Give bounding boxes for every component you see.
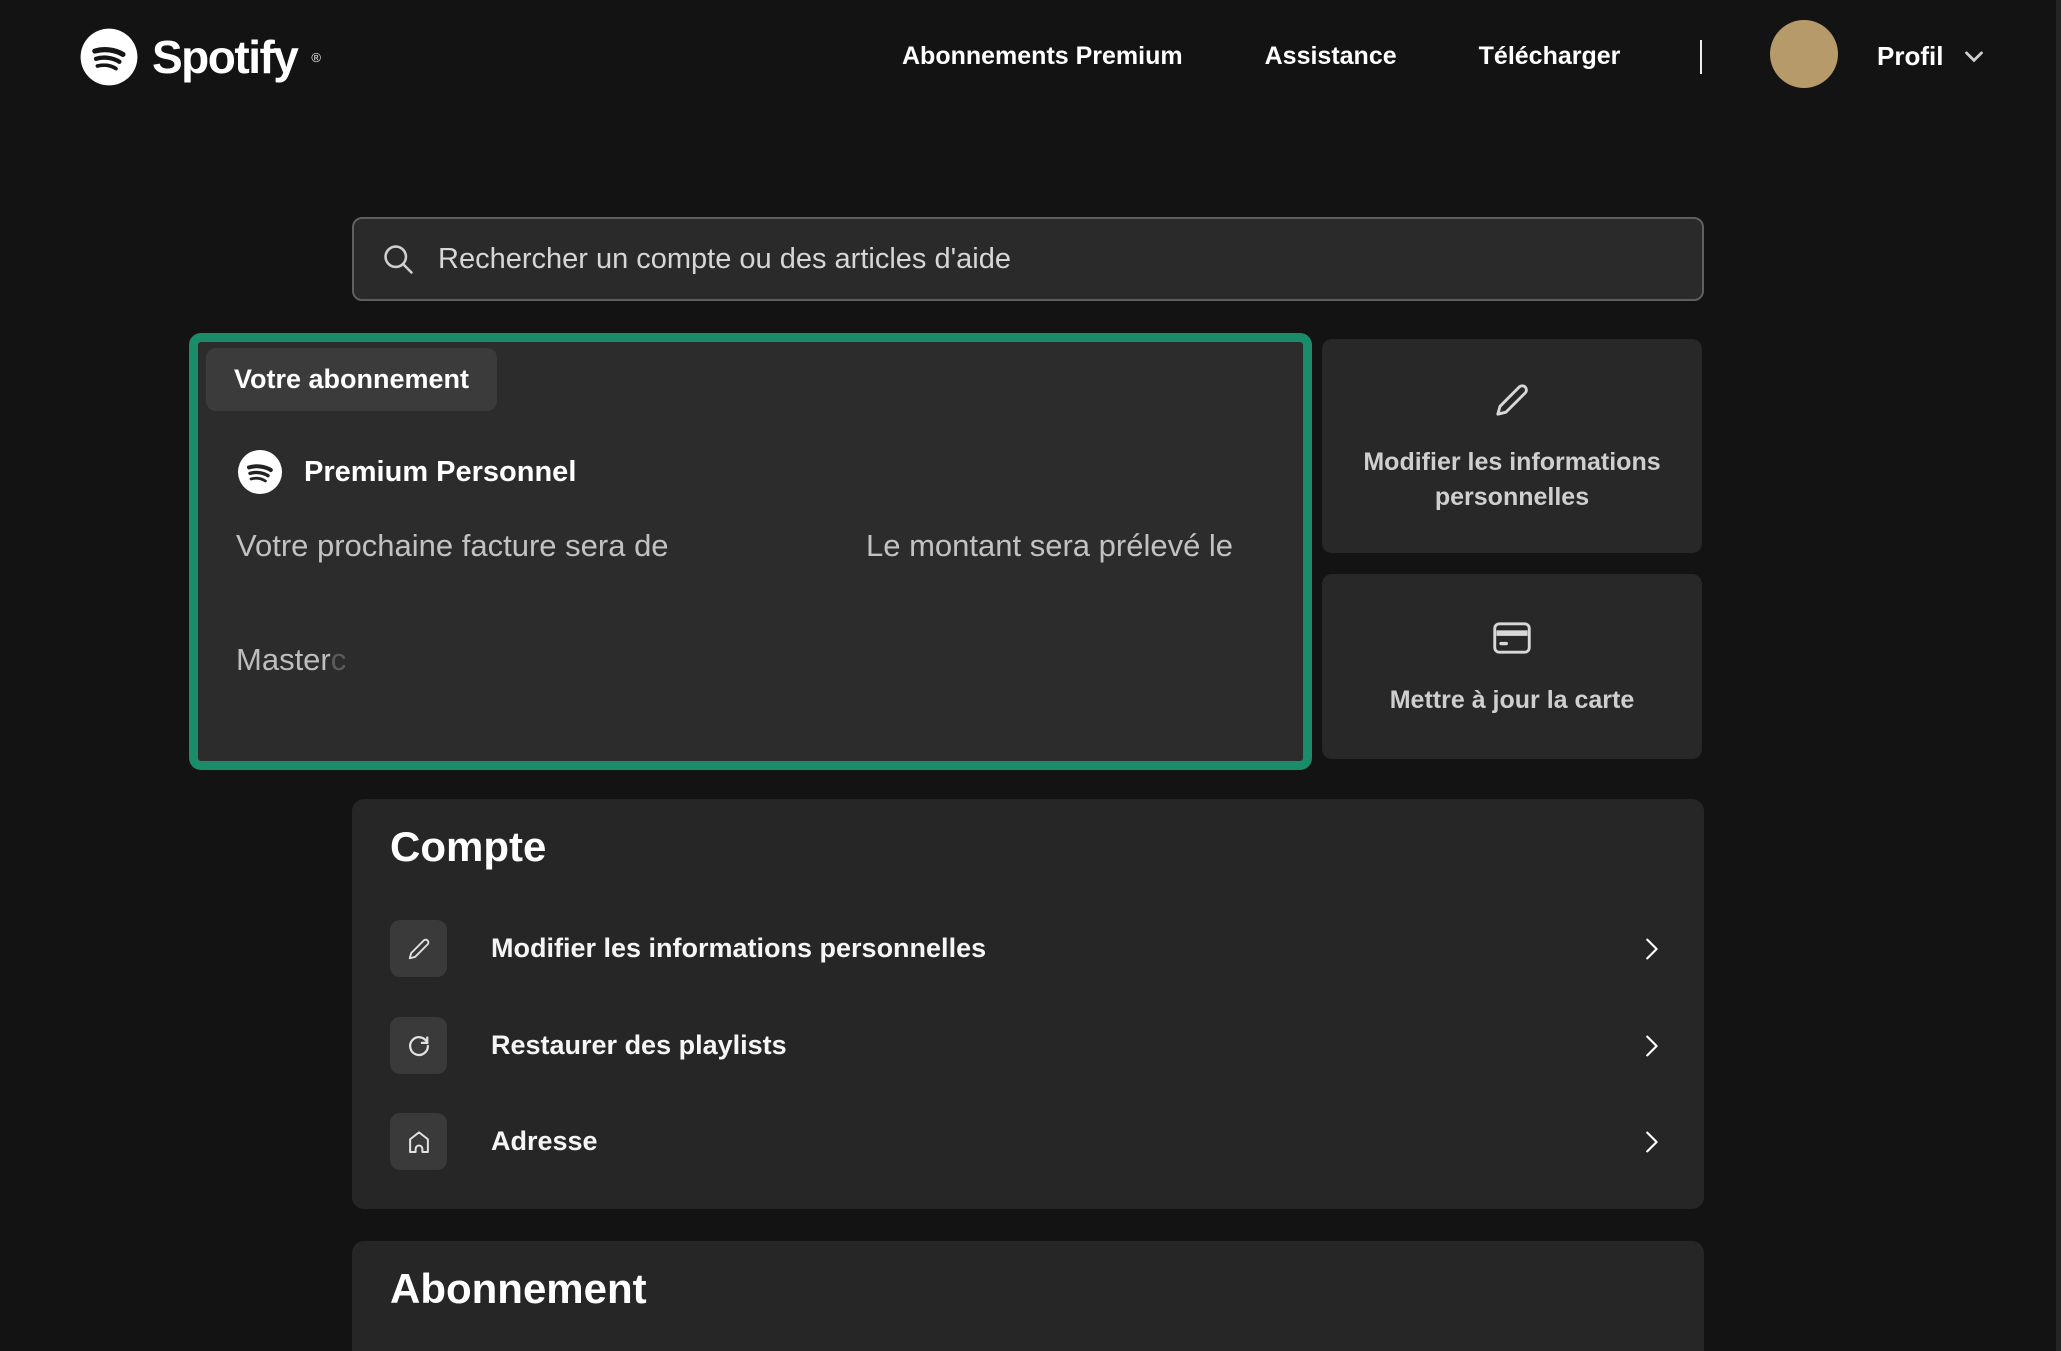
search-icon (380, 241, 416, 277)
account-section: Compte Modifier les informations personn… (352, 799, 1704, 1209)
payment-method-clipped: c (331, 642, 347, 677)
payment-method-text: Master (236, 642, 331, 677)
charge-date-label: Le montant sera prélevé le (866, 528, 1233, 564)
list-item-address[interactable]: Adresse (390, 1113, 1666, 1170)
chevron-down-icon (1959, 41, 1989, 71)
pencil-icon (404, 934, 434, 964)
chevron-right-icon (1636, 1031, 1666, 1061)
plan-row: Premium Personnel (236, 448, 576, 496)
nav-premium[interactable]: Abonnements Premium (902, 42, 1183, 71)
list-item-label: Restaurer des playlists (491, 1030, 787, 1061)
list-item-edit-personal-info[interactable]: Modifier les informations personnelles (390, 920, 1666, 977)
spotify-logo[interactable]: Spotify ® (78, 26, 321, 88)
list-item-label: Adresse (491, 1126, 598, 1157)
subscription-section: Abonnement (352, 1241, 1704, 1351)
icon-tile (390, 920, 447, 977)
subscription-badge: Votre abonnement (206, 348, 497, 411)
credit-card-icon (1489, 615, 1535, 661)
chevron-right-icon (1636, 934, 1666, 964)
payment-method: Masterc (236, 642, 346, 678)
scrollbar[interactable] (2056, 0, 2061, 1351)
spotify-plan-icon (236, 448, 284, 496)
header: Spotify ® Abonnements Premium Assistance… (0, 0, 2061, 115)
chevron-right-icon (1636, 1127, 1666, 1157)
icon-tile (390, 1017, 447, 1074)
spotify-account-page: Spotify ® Abonnements Premium Assistance… (0, 0, 2061, 1351)
search-input[interactable] (436, 242, 1676, 277)
search-bar (352, 217, 1704, 301)
nav-assistance[interactable]: Assistance (1265, 42, 1397, 71)
subscription-card-highlighted: Votre abonnement Premium Personnel Votre… (189, 333, 1312, 770)
update-card-card[interactable]: Mettre à jour la carte (1322, 574, 1702, 759)
quick-action-label: Modifier les informations personnelles (1357, 445, 1667, 515)
plan-name: Premium Personnel (304, 456, 576, 489)
quick-action-label: Mettre à jour la carte (1390, 683, 1635, 718)
header-divider (1700, 40, 1702, 74)
profile-menu[interactable]: Profil (1877, 0, 1989, 112)
list-item-label: Modifier les informations personnelles (491, 933, 986, 964)
list-item-restore-playlists[interactable]: Restaurer des playlists (390, 1017, 1666, 1074)
account-section-title: Compte (390, 823, 546, 871)
edit-personal-info-card[interactable]: Modifier les informations personnelles (1322, 339, 1702, 553)
home-icon (404, 1127, 434, 1157)
registered-mark: ® (311, 50, 321, 65)
subscription-section-title: Abonnement (390, 1265, 647, 1313)
icon-tile (390, 1113, 447, 1170)
next-invoice-label: Votre prochaine facture sera de (236, 528, 669, 564)
nav-download[interactable]: Télécharger (1479, 42, 1621, 71)
main-nav: Abonnements Premium Assistance Télécharg… (902, 0, 1620, 112)
avatar[interactable] (1770, 20, 1838, 88)
spotify-icon (78, 26, 140, 88)
pencil-icon (1489, 377, 1535, 423)
profile-label: Profil (1877, 41, 1943, 72)
refresh-icon (404, 1031, 434, 1061)
brand-wordmark: Spotify (152, 30, 297, 84)
